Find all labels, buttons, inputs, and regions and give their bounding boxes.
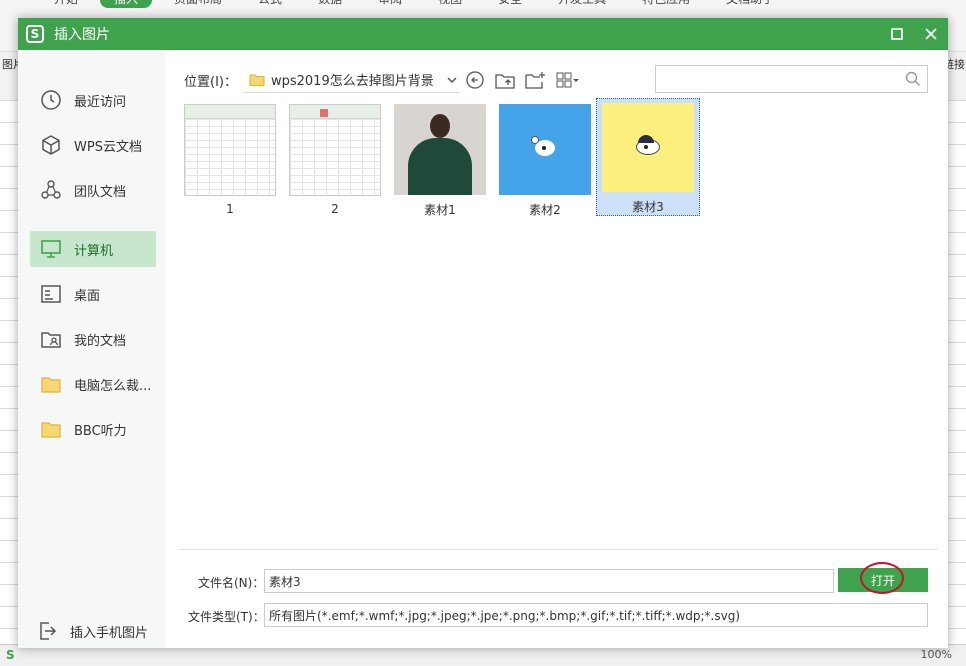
dialog-title: 插入图片 (54, 27, 110, 43)
location-path-text: wps2019怎么去掉图片背景 (270, 74, 434, 89)
sidebar-item-label: 电脑怎么裁... (74, 378, 152, 394)
new-folder-button[interactable] (521, 67, 549, 93)
maximize-icon (891, 28, 903, 40)
open-button[interactable]: 打开 (838, 562, 928, 594)
wps-logo-icon: S (26, 25, 44, 43)
sidebar-item-desktop[interactable]: 桌面 (30, 276, 156, 312)
team-icon (40, 179, 62, 201)
new-folder-icon (525, 72, 545, 89)
bg-tab-formula[interactable]: 公式 (244, 0, 296, 8)
view-mode-button[interactable] (551, 67, 585, 93)
folder-icon (249, 74, 265, 86)
insert-phone-picture-button[interactable]: 插入手机图片 (36, 620, 148, 642)
search-icon (905, 71, 920, 86)
file-item-1[interactable]: 1 (178, 100, 282, 218)
caret-down-icon (572, 79, 579, 82)
bg-tab-special[interactable]: 特色应用 (628, 0, 704, 8)
bg-tab-layout[interactable]: 页面布局 (160, 0, 236, 8)
sidebar-item-label: 我的文档 (74, 333, 127, 349)
bg-tab-view[interactable]: 视图 (424, 0, 476, 8)
close-button[interactable] (914, 18, 948, 50)
sidebar-item-label: 计算机 (74, 243, 114, 259)
grid-view-icon (556, 72, 572, 88)
search-input[interactable] (655, 65, 928, 93)
maximize-button[interactable] (880, 18, 914, 50)
filename-input[interactable] (264, 569, 834, 593)
sidebar-item-label: 最近访问 (74, 94, 127, 110)
photo-thumbnail (394, 104, 486, 195)
file-item-2[interactable]: 2 (283, 100, 387, 218)
phone-picture-label: 插入手机图片 (70, 625, 149, 641)
file-item-sucai2[interactable]: 素材2 (493, 100, 597, 218)
back-button[interactable] (461, 67, 489, 93)
sidebar-item-label: BBC听力 (74, 423, 127, 439)
places-sidebar: 最近访问 WPS云文档 团队文档 计算机 桌面 我的文档 电脑怎么裁... BB… (18, 50, 166, 648)
yellow-cartoon-thumbnail (602, 103, 694, 192)
folder-icon (40, 418, 62, 440)
location-toolbar: 位置(I)： wps2019怎么去掉图片背景 (184, 66, 585, 94)
sidebar-item-folder-bbc[interactable]: BBC听力 (30, 411, 156, 447)
monitor-icon (40, 238, 62, 260)
bg-tab-security[interactable]: 安全 (484, 0, 536, 8)
desktop-icon (40, 283, 62, 305)
location-label: 位置(I)： (184, 74, 237, 90)
sidebar-item-recent[interactable]: 最近访问 (30, 82, 156, 118)
insert-picture-dialog: S 插入图片 最近访问 WPS云文档 团队文档 计算机 桌面 我的文档 电脑怎么… (18, 18, 948, 648)
bg-zoom-level[interactable]: 100% (921, 648, 952, 661)
form-divider (178, 549, 938, 550)
sidebar-item-team-docs[interactable]: 团队文档 (30, 172, 156, 208)
close-icon (925, 28, 937, 40)
file-label: 素材2 (529, 203, 561, 217)
sidebar-item-label: 团队文档 (74, 184, 127, 200)
filetype-label: 文件类型(T)： (188, 610, 265, 624)
bg-tab-insert[interactable]: 插入 (100, 0, 153, 8)
blue-cartoon-thumbnail (499, 104, 591, 195)
sidebar-item-computer[interactable]: 计算机 (30, 231, 156, 267)
annotation-circle (860, 562, 904, 594)
sidebar-item-wps-cloud[interactable]: WPS云文档 (30, 127, 156, 163)
sidebar-item-folder-crop[interactable]: 电脑怎么裁... (30, 366, 156, 402)
bg-tab-review[interactable]: 审阅 (364, 0, 416, 8)
filetype-select[interactable]: 所有图片(*.emf;*.wmf;*.jpg;*.jpeg;*.jpe;*.pn… (264, 603, 928, 627)
sidebar-item-my-documents[interactable]: 我的文档 (30, 321, 156, 357)
sidebar-item-label: 桌面 (74, 288, 101, 304)
file-item-sucai1[interactable]: 素材1 (388, 100, 492, 218)
phone-import-icon (36, 620, 58, 642)
clock-icon (40, 89, 62, 111)
bg-tab-assistant[interactable]: 文档助手 (712, 0, 788, 8)
filename-label: 文件名(N)： (198, 576, 265, 590)
spreadsheet-thumbnail (289, 104, 381, 196)
file-label: 2 (331, 202, 339, 216)
bg-tab-data[interactable]: 数据 (304, 0, 356, 8)
spreadsheet-thumbnail (184, 104, 276, 196)
cube-icon (40, 134, 62, 156)
location-path-dropdown[interactable]: wps2019怎么去掉图片背景 (242, 67, 459, 93)
folder-icon (40, 373, 62, 395)
background-tab-bar: 开始 插入 页面布局 公式 数据 审阅 视图 安全 开发工具 特色应用 文档助手 (40, 0, 788, 8)
file-label: 素材3 (632, 200, 664, 214)
bg-tab-devtools[interactable]: 开发工具 (544, 0, 620, 8)
bg-tab-home[interactable]: 开始 (40, 0, 92, 8)
file-label: 1 (226, 202, 234, 216)
file-item-sucai3[interactable]: 素材3 (596, 98, 700, 216)
bg-status-logo: S (6, 648, 15, 662)
dialog-titlebar[interactable]: S 插入图片 (18, 18, 948, 50)
user-folder-icon (40, 328, 62, 350)
up-folder-button[interactable] (491, 67, 519, 93)
folder-up-icon (495, 74, 515, 89)
back-arrow-icon (466, 71, 484, 89)
file-label: 素材1 (424, 203, 456, 217)
chevron-down-icon (447, 76, 457, 83)
sidebar-item-label: WPS云文档 (74, 139, 142, 155)
